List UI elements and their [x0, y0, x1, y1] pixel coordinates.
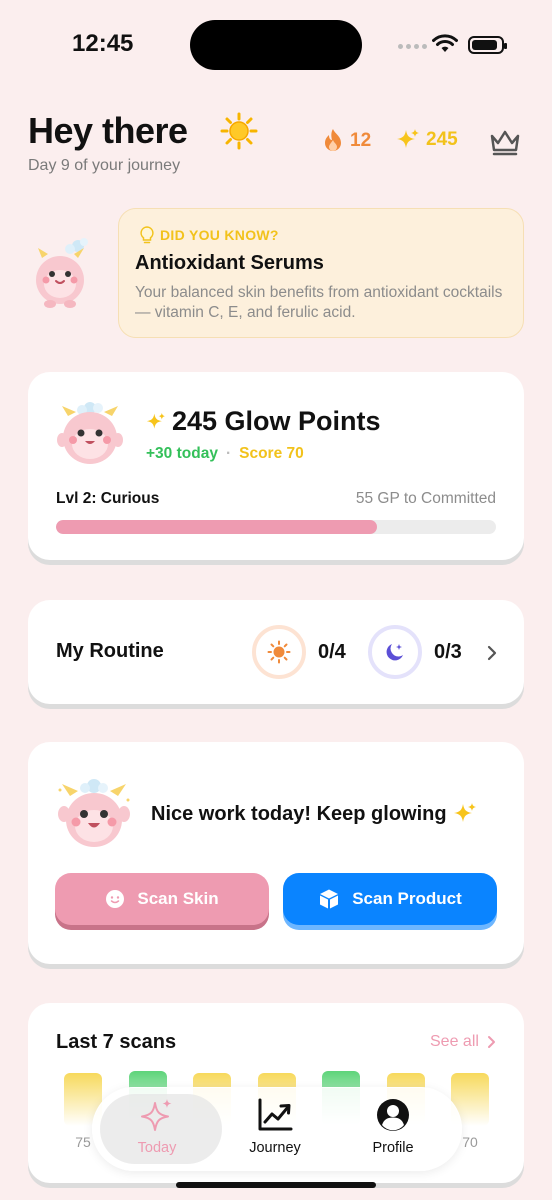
mascot-image: [36, 238, 88, 308]
points-today: +30 today: [146, 445, 218, 462]
package-icon: [320, 889, 339, 909]
encouragement-message: Nice work today! Keep glowing: [151, 802, 477, 826]
morning-routine-ring[interactable]: [252, 625, 306, 679]
morning-routine-count: 0/4: [318, 641, 346, 663]
sun-emoji-icon: [220, 112, 258, 150]
profile-icon: [377, 1099, 409, 1131]
chart-trend-icon: [258, 1098, 293, 1131]
evening-routine-count: 0/3: [434, 641, 462, 663]
home-indicator: [176, 1182, 376, 1188]
separator-dot: ·: [225, 445, 232, 462]
routine-title: My Routine: [56, 640, 164, 662]
journey-day-subtitle: Day 9 of your journey: [28, 157, 181, 174]
chevron-right-icon: [487, 1036, 495, 1048]
sparkles-icon: [141, 1099, 172, 1131]
sparkle-count: 245: [426, 129, 458, 150]
sparkle-icon: [453, 803, 476, 822]
chevron-right-icon[interactable]: [486, 644, 498, 662]
tip-body: Your balanced skin benefits from antioxi…: [135, 284, 503, 321]
tab-journey[interactable]: Journey: [216, 1098, 334, 1156]
tab-today[interactable]: Today: [98, 1098, 216, 1156]
dynamic-island: [190, 20, 362, 70]
tab-today-label: Today: [137, 1140, 177, 1156]
tab-profile-label: Profile: [372, 1140, 414, 1156]
cellular-signal-icon: [398, 44, 427, 49]
battery-icon: [468, 36, 507, 54]
encouragement-text: Nice work today! Keep glowing: [151, 802, 447, 825]
scan-product-button[interactable]: Scan Product: [283, 873, 497, 925]
sparkle-counter[interactable]: 245: [396, 128, 458, 152]
scan-skin-button[interactable]: Scan Skin: [55, 873, 269, 925]
level-label: Lvl 2: Curious: [56, 490, 160, 507]
glow-points-subtitle: +30 today · Score 70: [146, 445, 304, 463]
tab-profile[interactable]: Profile: [334, 1098, 452, 1156]
lightbulb-icon: [140, 226, 154, 244]
moon-icon: [386, 644, 403, 661]
scan-skin-label: Scan Skin: [137, 889, 219, 908]
next-level-label: 55 GP to Committed: [355, 490, 496, 507]
fire-icon: [325, 129, 341, 151]
level-progress-fill: [56, 520, 378, 534]
did-you-know-label: DID YOU KNOW?: [140, 226, 279, 244]
tab-journey-label: Journey: [249, 1140, 301, 1156]
glow-points-title: 245 Glow Points: [146, 406, 381, 437]
face-icon: [106, 890, 125, 908]
glow-points-text: 245 Glow Points: [172, 406, 381, 436]
streak-count: 12: [350, 130, 372, 151]
score-value: Score 70: [239, 445, 304, 462]
see-all-label: See all: [430, 1033, 479, 1050]
see-all-link[interactable]: See all: [430, 1033, 496, 1051]
scan-product-label: Scan Product: [352, 889, 462, 908]
greeting-title: Hey there: [28, 110, 188, 151]
evening-routine-ring[interactable]: [368, 625, 422, 679]
sun-icon: [267, 640, 291, 664]
tip-title: Antioxidant Serums: [135, 252, 324, 274]
last-scans-title: Last 7 scans: [56, 1031, 177, 1053]
wifi-icon: [432, 34, 458, 52]
status-time: 12:45: [72, 30, 134, 57]
sparkle-icon: [397, 129, 419, 148]
level-progress-bar: [56, 520, 496, 534]
did-you-know-text: DID YOU KNOW?: [160, 227, 279, 243]
streak-counter[interactable]: 12: [322, 128, 371, 154]
mascot-image: [58, 779, 130, 847]
mascot-image: [57, 402, 123, 464]
sparkle-icon: [146, 412, 166, 429]
crown-icon[interactable]: [488, 128, 522, 156]
